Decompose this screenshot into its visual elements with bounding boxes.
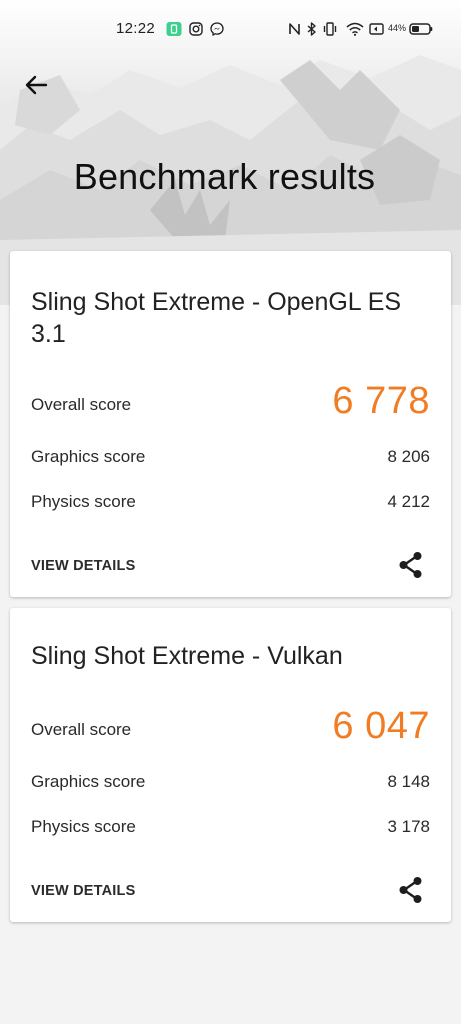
wifi-icon [346,22,364,36]
battery-percent: 44% [388,23,407,33]
card-title: Sling Shot Extreme - Vulkan [31,642,343,670]
graphics-score-row: Graphics score 8 206 [31,441,430,471]
share-button[interactable] [395,549,427,581]
overall-score-row: Overall score 6 047 [31,704,430,747]
share-button[interactable] [395,874,427,906]
page-title: Benchmark results [73,156,376,197]
nfc-icon [289,23,300,35]
overall-score-value: 6 778 [332,380,430,422]
battery-saver-icon [369,23,384,35]
overall-score-row: Overall score 6 778 [31,379,430,422]
share-icon [399,552,422,578]
physics-score-label: Physics score [31,817,136,836]
graphics-score-value: 8 148 [387,772,430,791]
physics-score-row: Physics score 4 212 [31,486,430,516]
graphics-score-label: Graphics score [31,772,146,791]
graphics-score-label: Graphics score [31,447,146,466]
graphics-score-row: Graphics score 8 148 [31,766,430,796]
status-time: 12:22 [116,20,156,37]
physics-score-label: Physics score [31,492,136,511]
view-details-button[interactable]: VIEW DETAILS [31,883,135,899]
graphics-score-value: 8 206 [387,447,430,466]
physics-score-value: 3 178 [387,817,430,836]
vibrate-icon [323,22,337,36]
battery-icon [409,23,433,35]
messenger-icon [210,22,224,36]
view-details-button[interactable]: VIEW DETAILS [31,558,135,574]
back-button[interactable] [18,70,54,100]
overall-score-value: 6 047 [332,705,430,747]
benchmark-card-vulkan: Sling Shot Extreme - Vulkan Overall scor… [10,608,451,922]
status-bar: 12:22 44% [0,0,461,60]
bluetooth-icon [307,22,316,36]
arrow-left-icon [25,75,48,95]
share-icon [399,877,422,903]
card-title: Sling Shot Extreme - OpenGL ES 3.1 [31,288,402,348]
notification-app-icon [166,22,182,36]
overall-score-label: Overall score [31,395,132,414]
physics-score-value: 4 212 [387,492,430,511]
benchmark-card-opengl: Sling Shot Extreme - OpenGL ES 3.1 Overa… [10,251,451,597]
instagram-icon [189,22,203,36]
physics-score-row: Physics score 3 178 [31,811,430,841]
overall-score-label: Overall score [31,720,132,739]
